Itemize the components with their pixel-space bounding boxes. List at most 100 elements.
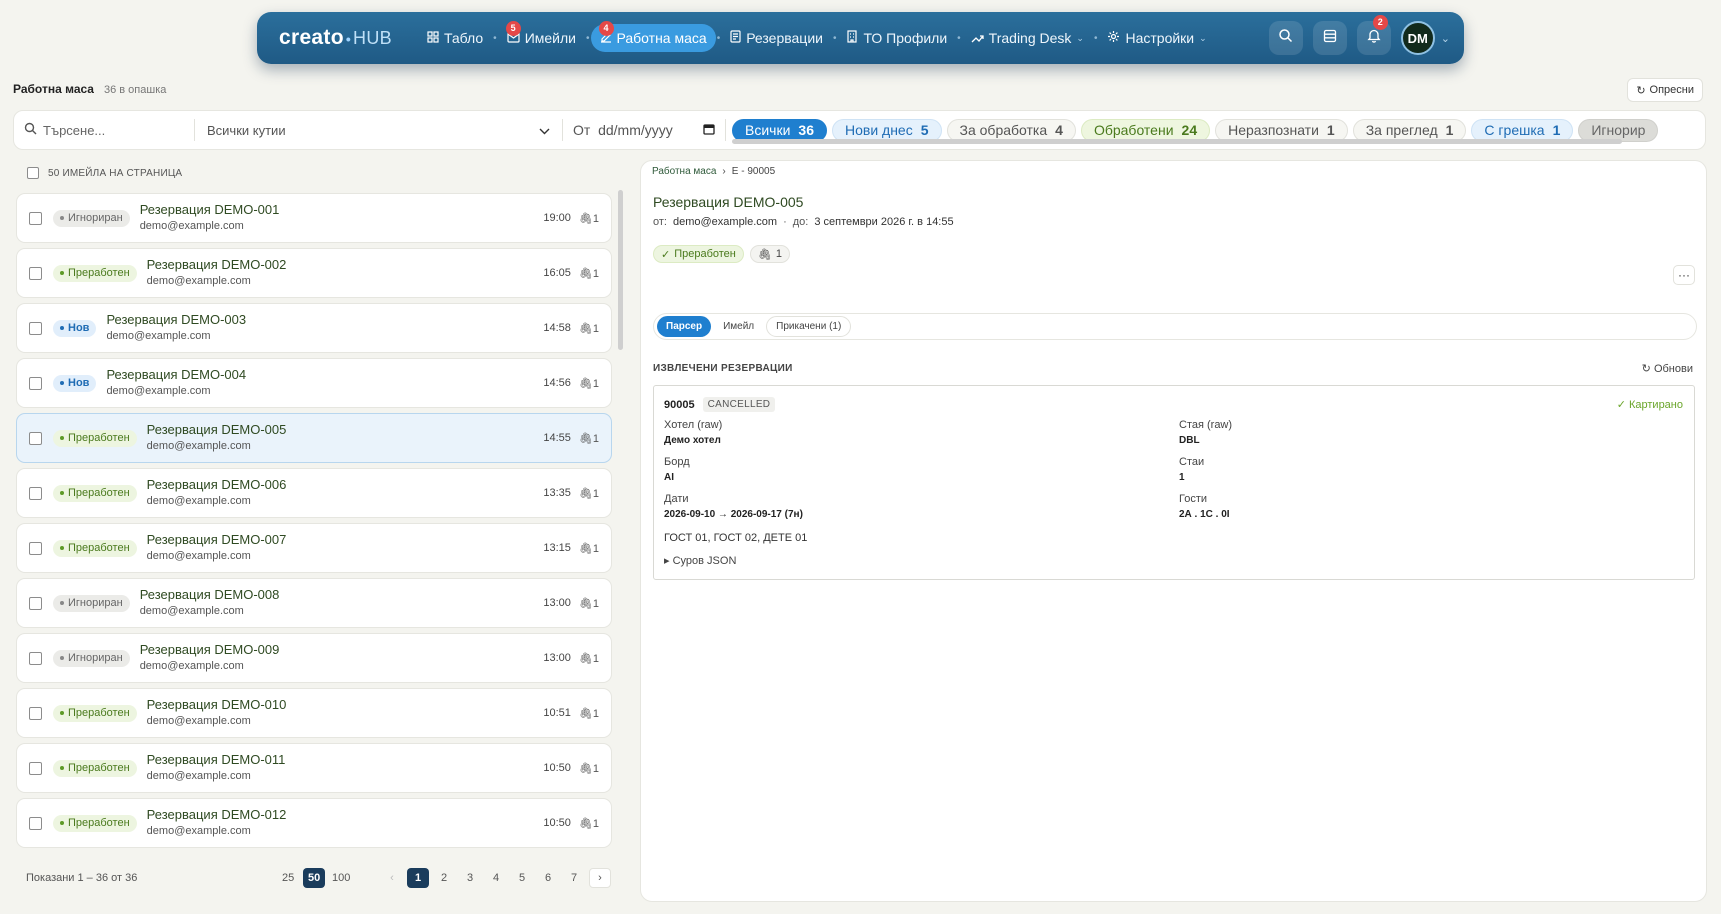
list-item[interactable]: Нов Резервация DEMO-004 demo@example.com …: [16, 358, 612, 408]
nav-reservations[interactable]: Резервации: [721, 24, 832, 52]
meta-separator: ·: [783, 216, 787, 228]
row-checkbox[interactable]: [29, 706, 42, 720]
status-badge: ✓ Преработен: [653, 245, 744, 263]
chevron-down-icon: [539, 123, 550, 138]
list-item[interactable]: Преработен Резервация DEMO-012 demo@examp…: [16, 798, 612, 848]
dashboard-icon: [427, 30, 439, 46]
row-checkbox[interactable]: [29, 596, 42, 610]
page-7[interactable]: 7: [563, 868, 585, 888]
refresh-button[interactable]: ↻ Опресни: [1627, 78, 1703, 102]
row-checkbox[interactable]: [29, 211, 42, 225]
row-checkbox[interactable]: [29, 431, 42, 445]
page-header: Работна маса 36 в опашка: [13, 82, 166, 96]
tab-parser[interactable]: Парсер: [657, 316, 712, 337]
row-time: 10:50: [543, 817, 571, 829]
nav-workbench[interactable]: 4 Работна маса: [590, 21, 716, 52]
row-checkbox[interactable]: [29, 321, 42, 335]
list-item[interactable]: Преработен Резервация DEMO-011 demo@examp…: [16, 743, 612, 793]
attachment-count[interactable]: 🖇 1: [749, 245, 790, 263]
row-checkbox[interactable]: [29, 816, 42, 830]
nav-trading-desk[interactable]: Trading Desk ⌄: [962, 24, 1093, 52]
page-4[interactable]: 4: [485, 868, 507, 888]
page-size-25[interactable]: 25: [277, 868, 299, 888]
breadcrumb-workbench[interactable]: Работна маса: [652, 166, 716, 177]
status-label: Преработен: [674, 248, 736, 260]
row-checkbox[interactable]: [29, 541, 42, 555]
row-checkbox[interactable]: [29, 376, 42, 390]
room-field: Стая (raw) DBL: [1179, 418, 1232, 448]
attachment-count-value: 1: [592, 707, 599, 720]
row-email: demo@example.com: [106, 330, 211, 342]
nav-settings[interactable]: Настройки ⌄: [1098, 24, 1215, 52]
avatar[interactable]: DM: [1400, 21, 1435, 55]
list-item[interactable]: Преработен Резервация DEMO-007 demo@examp…: [16, 523, 612, 573]
nav-emails[interactable]: 5 Имейли: [498, 21, 585, 52]
field-value: Демо хотел: [664, 435, 721, 446]
refresh-icon: ↻: [1636, 84, 1646, 97]
search-button[interactable]: [1268, 21, 1303, 55]
attachment-count: 🖇1: [579, 817, 599, 830]
row-email: demo@example.com: [146, 550, 251, 562]
tab-email[interactable]: Имейл: [714, 316, 763, 337]
page-5[interactable]: 5: [511, 868, 533, 888]
page-6[interactable]: 6: [537, 868, 559, 888]
mailbox-select[interactable]: Всички кутии: [195, 123, 562, 138]
row-title: Резервация DEMO-010: [146, 697, 287, 712]
layout-button[interactable]: [1312, 21, 1347, 55]
chips-scrollbar[interactable]: [732, 139, 1622, 144]
raw-json-toggle[interactable]: ▸ Суров JSON: [664, 554, 736, 567]
row-text: Резервация DEMO-012 demo@example.com: [147, 807, 544, 839]
list-item[interactable]: Преработен Резервация DEMO-010 demo@examp…: [16, 688, 612, 738]
update-button[interactable]: ↻ Обнови: [1642, 362, 1693, 375]
more-actions-button[interactable]: ···: [1673, 265, 1695, 285]
nav-dashboard[interactable]: Табло: [418, 24, 492, 52]
list-item[interactable]: Преработен Резервация DEMO-002 demo@examp…: [16, 248, 612, 298]
chevron-down-icon[interactable]: ⌄: [1441, 32, 1450, 45]
field-label: Борд: [664, 456, 690, 468]
page-2[interactable]: 2: [433, 868, 455, 888]
row-time: 13:00: [543, 652, 571, 664]
status-dot: [60, 436, 64, 440]
list-item[interactable]: Игнориран Резервация DEMO-009 demo@exampl…: [16, 633, 612, 683]
calendar-icon[interactable]: [703, 122, 715, 138]
attachment-count: 🖇1: [579, 432, 599, 445]
paperclip-icon: 🖇: [757, 248, 772, 261]
refresh-icon: ↻: [1641, 363, 1651, 375]
list-item-selected[interactable]: Преработен Резервация DEMO-005 demo@examp…: [16, 413, 612, 463]
row-checkbox[interactable]: [29, 761, 42, 775]
search-input[interactable]: Търсене...: [14, 122, 194, 138]
status-dot: [60, 601, 64, 605]
chip-label: С грешка: [1484, 122, 1545, 138]
date-from-field[interactable]: От dd/mm/yyyy: [563, 122, 725, 138]
list-item[interactable]: Игнориран Резервация DEMO-008 demo@exampl…: [16, 578, 612, 628]
list-item[interactable]: Нов Резервация DEMO-003 demo@example.com …: [16, 303, 612, 353]
chip-label: Игнорир: [1591, 122, 1646, 138]
per-page-label: 50 ИМЕЙЛА НА СТРАНИЦА: [48, 167, 183, 179]
list-item[interactable]: Игнориран Резервация DEMO-001 demo@exampl…: [16, 193, 612, 243]
mailbox-select-value: Всички кутии: [207, 122, 286, 138]
notifications-button[interactable]: 2: [1356, 15, 1391, 55]
nav-to-profiles[interactable]: ТО Профили: [837, 24, 956, 52]
list-scrollbar[interactable]: [618, 190, 623, 350]
next-page-button[interactable]: ›: [589, 868, 612, 888]
row-time: 13:35: [543, 487, 571, 499]
logo[interactable]: creato • HUB: [279, 26, 392, 50]
list-item[interactable]: Преработен Резервация DEMO-006 demo@examp…: [16, 468, 612, 518]
page-size-50[interactable]: 50: [303, 868, 326, 888]
nav-emails-label: Имейли: [524, 30, 576, 46]
row-email: demo@example.com: [146, 275, 251, 287]
chip-label: Нови днес: [844, 122, 913, 138]
page-3[interactable]: 3: [459, 868, 481, 888]
page-size-100[interactable]: 100: [329, 868, 353, 888]
nav-separator: •: [493, 32, 497, 44]
row-checkbox[interactable]: [29, 651, 42, 665]
row-checkbox[interactable]: [29, 266, 42, 280]
page-1[interactable]: 1: [407, 868, 430, 888]
select-all-checkbox[interactable]: [27, 167, 39, 179]
status-badge: Игнориран: [53, 594, 130, 612]
tab-attachments[interactable]: Прикачени (1): [766, 316, 852, 337]
prev-page-button[interactable]: ‹: [381, 868, 403, 888]
reservation-status-badge: CANCELLED: [702, 397, 776, 412]
row-checkbox[interactable]: [29, 486, 42, 500]
attachment-count: 🖇1: [579, 487, 599, 500]
